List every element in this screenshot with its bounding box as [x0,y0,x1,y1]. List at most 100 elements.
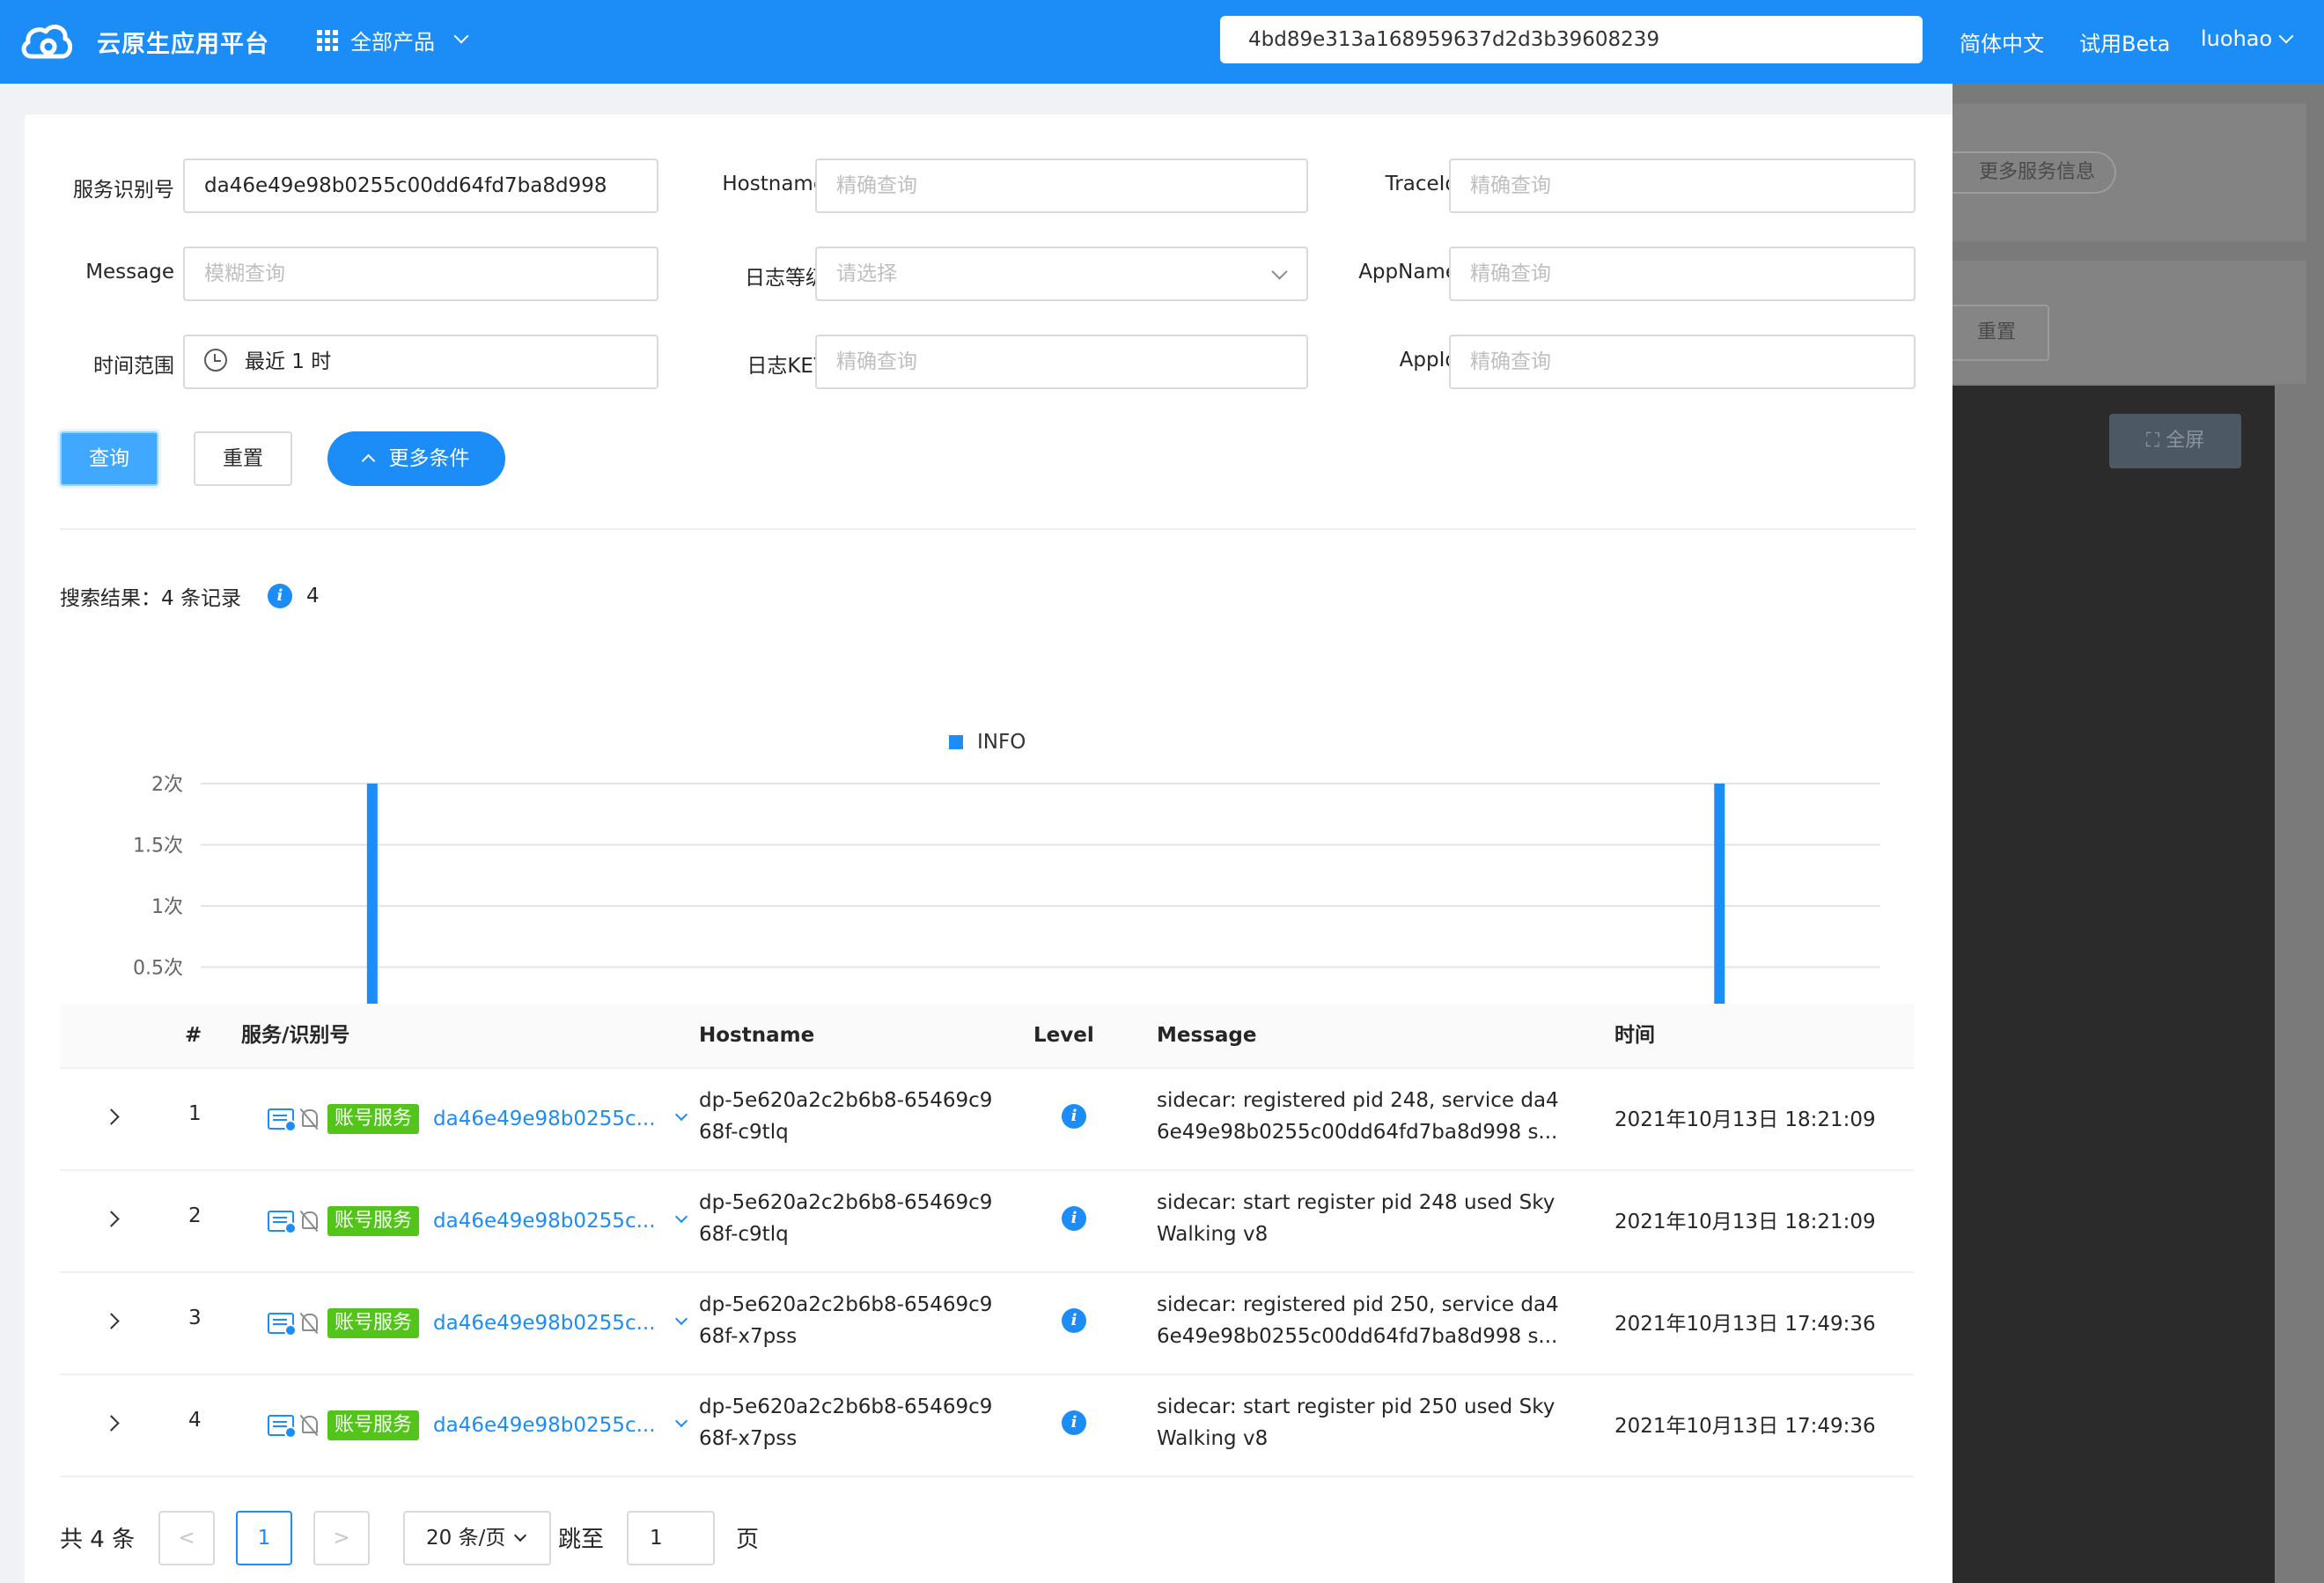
background-scroll-area [2275,386,2324,1583]
chevron-down-icon [514,1528,527,1543]
service-id-link[interactable]: da46e49e98b0255c... [433,1210,656,1233]
log-level-label: 日志等级 [745,267,826,290]
message-line: Walking v8 [1157,1427,1269,1450]
next-page-button[interactable]: > [313,1511,370,1565]
appname-input[interactable]: 精确查询 [1449,247,1916,301]
service-tag: 账号服务 [327,1410,420,1440]
chevron-up-icon [361,453,375,468]
search-results-summary: 搜索结果：4 条记录 i 4 [60,581,320,611]
message-line: sidecar: registered pid 250, service da4 [1157,1293,1559,1316]
table-row[interactable]: 4 账号服务 da46e49e98b0255c... dp-5e620a2c2b… [60,1373,1914,1477]
chevron-down-icon[interactable] [674,1108,688,1122]
row-index: 3 [188,1307,202,1329]
table-row[interactable]: 2 账号服务 da46e49e98b0255c... dp-5e620a2c2b… [60,1169,1914,1273]
message-line: sidecar: start register pid 248 used Sky [1157,1191,1555,1214]
time-cell: 2021年10月13日 18:21:09 [1614,1108,1876,1131]
info-level-icon: i [1062,1410,1086,1435]
hostname-line: dp-5e620a2c2b6b8-65469c9 [699,1191,993,1214]
info-level-icon: i [267,584,292,608]
service-id-label: 服务识别号 [73,179,174,202]
more-conditions-button[interactable]: 更多条件 [327,431,505,486]
info-count: 4 [305,585,320,607]
hostname-line: 68f-c9tlq [699,1121,789,1144]
hostname-input[interactable]: 精确查询 [815,158,1308,213]
hostname-line: dp-5e620a2c2b6b8-65469c9 [699,1293,993,1316]
table-row[interactable]: 3 账号服务 da46e49e98b0255c... dp-5e620a2c2b… [60,1271,1914,1375]
service-id-link[interactable]: da46e49e98b0255c... [433,1108,656,1130]
reset-button[interactable]: 重置 [194,431,292,486]
service-cell: 账号服务 da46e49e98b0255c... [268,1104,688,1134]
page-1-button[interactable]: 1 [236,1511,292,1565]
column-header-level: Level [1033,1024,1094,1047]
background-console [1953,386,2275,1583]
hostname-line: dp-5e620a2c2b6b8-65469c9 [699,1395,993,1418]
column-header-time: 时间 [1614,1024,1655,1047]
row-index: 4 [188,1409,202,1432]
service-card-icon [268,1211,297,1234]
brand-title[interactable]: 云原生应用平台 [97,25,269,59]
hostname-line: 68f-c9tlq [699,1223,789,1246]
traceid-input[interactable]: 精确查询 [1449,158,1916,213]
service-id-link[interactable]: da46e49e98b0255c... [433,1312,656,1335]
y-tick-label: 2次 [151,774,183,796]
chevron-down-icon[interactable] [674,1414,688,1428]
top-bar: 云原生应用平台 全部产品 简体中文 试用Beta luohao [0,0,2324,84]
y-tick-label: 1.5次 [133,836,183,858]
service-card-icon [268,1313,297,1336]
legend-swatch [949,735,963,749]
beta-link[interactable]: 试用Beta [2079,26,2170,57]
appid-input[interactable]: 精确查询 [1449,335,1916,389]
traceid-label: TraceId [1385,173,1458,195]
bell-off-icon [299,1312,320,1335]
time-cell: 2021年10月13日 18:21:09 [1614,1211,1876,1233]
row-index: 2 [188,1204,202,1227]
legend-label: INFO [977,731,1026,754]
y-tick-label: 1次 [151,896,183,918]
chevron-down-icon [2278,28,2294,44]
chevron-down-icon[interactable] [674,1312,688,1326]
column-header-message: Message [1157,1024,1257,1047]
pagination-total: 共 4 条 [60,1527,136,1553]
global-search-input[interactable] [1220,16,1923,63]
apps-grid-icon [317,29,338,51]
chart-bar [366,784,378,1028]
more-conditions-label: 更多条件 [388,447,470,470]
page-size-value: 20 条/页 [426,1527,506,1550]
time-range-picker[interactable]: 最近 1 时 [183,335,658,389]
hostname-line: 68f-x7pss [699,1325,798,1348]
history-clock-icon [204,349,227,372]
expand-row-icon[interactable] [103,1108,120,1125]
service-card-icon [268,1415,297,1439]
chevron-down-icon[interactable] [674,1210,688,1224]
service-cell: 账号服务 da46e49e98b0255c... [268,1206,688,1236]
language-switch[interactable]: 简体中文 [1960,26,2044,57]
log-level-select[interactable]: 请选择 [815,247,1308,301]
table-row[interactable]: 1 账号服务 da46e49e98b0255c... dp-5e620a2c2b… [60,1067,1914,1171]
fullscreen-button: ⛶ 全屏 [2109,414,2241,468]
query-button[interactable]: 查询 [60,431,158,486]
log-key-input[interactable]: 精确查询 [815,335,1308,389]
jump-page-input[interactable]: 1 [627,1511,715,1565]
cloud-logo-icon[interactable] [19,19,74,63]
expand-row-icon[interactable] [103,1211,120,1227]
hostname-cell: dp-5e620a2c2b6b8-65469c9 68f-x7pss [699,1289,992,1352]
prev-page-button[interactable]: < [158,1511,215,1565]
message-line: sidecar: registered pid 248, service da4 [1157,1089,1559,1112]
hostname-line: dp-5e620a2c2b6b8-65469c9 [699,1089,993,1112]
more-service-info-button: 更多服务信息 [1953,151,2116,194]
page-size-select[interactable]: 20 条/页 [403,1511,551,1565]
expand-row-icon[interactable] [103,1415,120,1432]
message-cell: sidecar: start register pid 250 used Sky… [1157,1391,1555,1454]
info-level-icon: i [1062,1206,1086,1231]
message-input[interactable]: 模糊查询 [183,247,658,301]
message-label: Message [85,261,174,283]
message-line: 6e49e98b0255c00dd64fd7ba8d998 s... [1157,1325,1558,1348]
all-products-menu[interactable]: 全部产品 [317,25,469,55]
service-id-input[interactable]: da46e49e98b0255c00dd64fd7ba8d998 [183,158,658,213]
expand-row-icon[interactable] [103,1313,120,1329]
service-id-link[interactable]: da46e49e98b0255c... [433,1414,656,1437]
chevron-down-icon [453,28,469,43]
user-menu[interactable]: luohao [2201,26,2294,51]
column-header-index: # [185,1024,202,1047]
message-cell: sidecar: start register pid 248 used Sky… [1157,1187,1555,1250]
